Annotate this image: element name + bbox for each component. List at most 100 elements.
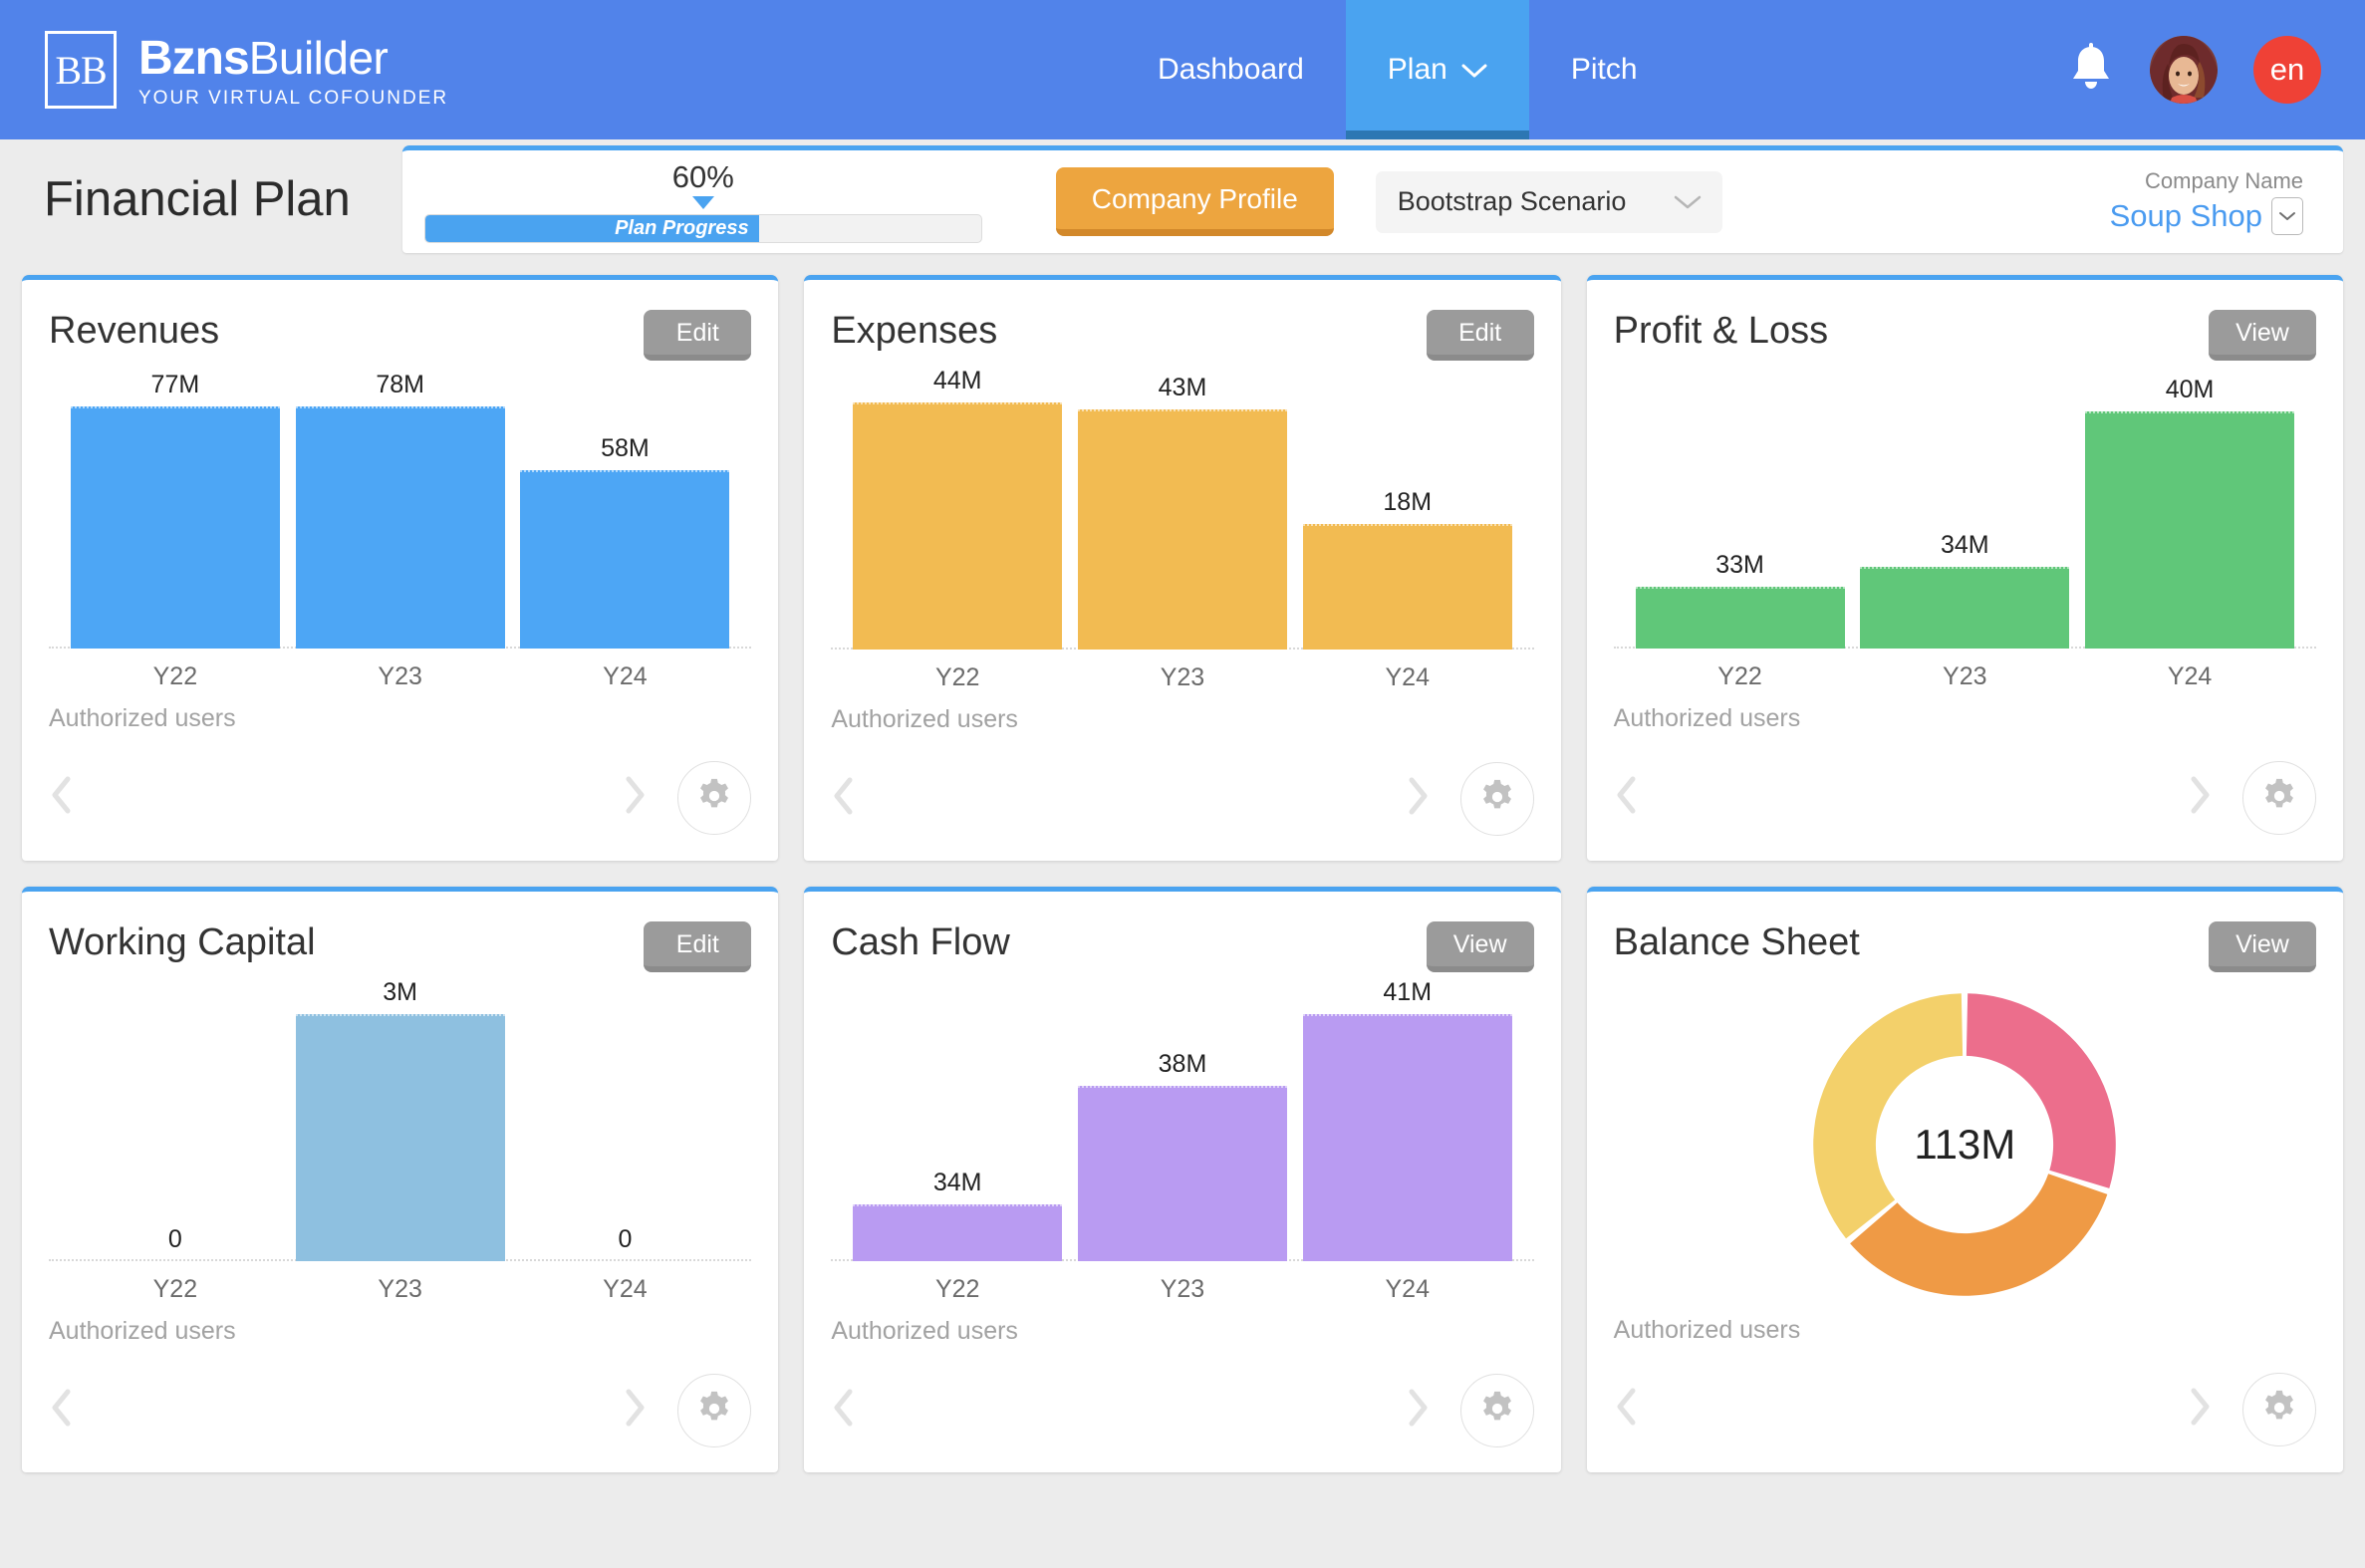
bell-icon [2068,42,2114,98]
chevron-right-icon[interactable] [622,1387,648,1436]
chevron-left-icon[interactable] [831,1387,857,1436]
settings-button-expenses[interactable] [1459,762,1534,836]
bar-value-label: 58M [601,434,650,463]
bar-value-label: 34M [932,1168,982,1196]
chevron-left-icon[interactable] [831,775,857,824]
chart-cash-flow: 34M Y22 38M Y23 41M Y24 [831,978,1534,1317]
settings-button-revenues[interactable] [677,761,752,835]
bar-category-label: Y24 [2167,661,2213,690]
chevron-left-icon[interactable] [49,1387,75,1436]
bar-category-label: Y24 [1385,1274,1430,1303]
chevron-down-icon [1461,53,1487,87]
nav-label-pitch: Pitch [1570,53,1638,86]
plan-progress-fill: Plan Progress [424,214,759,242]
company-name-value[interactable]: Soup Shop [2110,198,2262,234]
authorized-users-label-revenues: Authorized users [49,704,236,732]
card-title-revenues: Revenues [49,310,220,352]
company-profile-button[interactable]: Company Profile [1055,167,1334,236]
nav-label-plan: Plan [1387,53,1447,86]
nav-item-dashboard[interactable]: Dashboard [1116,0,1346,139]
bar-category-label: Y23 [378,661,422,690]
card-title-expenses: Expenses [831,310,998,352]
bar-value-label: 33M [1715,551,1764,579]
bar-column: 44M Y22 [853,367,1063,705]
bar-value-label: 77M [150,370,200,398]
chevron-down-icon [1673,189,1703,215]
nav-item-pitch[interactable]: Pitch [1529,0,1680,139]
plan-progress-track[interactable]: Plan Progress [423,213,982,243]
settings-button-profit-loss[interactable] [2241,761,2316,835]
card-balance-sheet: Balance Sheet View 113M Authorized users [1586,887,2343,1472]
bar [70,405,280,649]
card-title-cash-flow: Cash Flow [831,921,1010,963]
chart-working-capital: 0 Y22 3M Y23 0 Y24 [49,978,752,1317]
bar-category-label: Y24 [1385,662,1430,691]
logo-mark-icon: BB [45,31,117,109]
donut-center-value: 113M [1914,1120,2016,1168]
bar-category-label: Y24 [603,661,648,690]
bar [1302,523,1512,650]
authorized-users-label-working-capital: Authorized users [49,1317,236,1345]
scenario-dropdown[interactable]: Bootstrap Scenario [1375,170,1722,233]
chevron-right-icon[interactable] [2187,774,2213,823]
chevron-right-icon[interactable] [622,774,648,823]
donut-slice[interactable] [1813,992,1964,1238]
bar-category-label: Y23 [1160,662,1205,691]
company-name-label: Company Name [2145,168,2303,193]
settings-button-cash-flow[interactable] [1459,1374,1534,1447]
view-button-profit-loss[interactable]: View [2208,310,2316,361]
settings-button-working-capital[interactable] [677,1374,752,1447]
bar [853,402,1063,650]
bar-value-label: 41M [1383,978,1433,1006]
scenario-selected-value: Bootstrap Scenario [1397,186,1627,216]
chart-balance-sheet: 113M [1614,972,2316,1316]
plan-progress-label: Plan Progress [615,216,749,239]
toolbar: Financial Plan 60% Plan Progress Company… [0,139,2365,259]
bar-category-label: Y22 [152,661,198,690]
chevron-right-icon[interactable] [1405,1387,1431,1436]
gear-icon [695,1390,733,1433]
bar-value-label: 40M [2165,375,2215,403]
bar-category-label: Y23 [378,1274,422,1303]
notifications-button[interactable] [2068,42,2114,98]
bar-column: 33M Y22 [1635,367,1845,704]
bar-value-label: 43M [1158,374,1207,402]
brand-logo[interactable]: BB Bzns Builder YOUR VIRTUAL COFOUNDER [0,0,448,139]
bar-column: 43M Y23 [1077,367,1287,705]
chevron-left-icon[interactable] [1614,774,1640,823]
view-button-cash-flow[interactable]: View [1426,921,1534,972]
card-working-capital: Working Capital Edit 0 Y22 3M Y23 0 Y24 Autho… [22,887,779,1472]
plan-progress: 60% Plan Progress [423,161,982,243]
nav-item-plan[interactable]: Plan [1345,0,1529,139]
edit-button-expenses[interactable]: Edit [1426,310,1534,361]
logo-wordmark: Bzns Builder YOUR VIRTUAL COFOUNDER [138,31,448,110]
chevron-left-icon[interactable] [49,774,75,823]
chevron-right-icon[interactable] [1405,775,1431,824]
language-switcher[interactable]: en [2253,36,2321,104]
bar [853,1203,1063,1261]
card-title-balance-sheet: Balance Sheet [1613,921,1860,963]
chevron-left-icon[interactable] [1614,1386,1640,1435]
bar-category-label: Y22 [152,1274,198,1303]
bar-category-label: Y22 [1717,661,1762,690]
bar [1860,567,2070,649]
company-selector: Company Name Soup Shop [2110,168,2303,235]
bar-value-label: 78M [376,370,424,398]
edit-button-revenues[interactable]: Edit [644,310,752,361]
user-avatar[interactable] [2150,36,2218,104]
view-button-balance-sheet[interactable]: View [2208,921,2316,972]
settings-button-balance-sheet[interactable] [2241,1373,2316,1446]
chevron-right-icon[interactable] [2187,1386,2213,1435]
company-dropdown-button[interactable] [2271,197,2303,235]
edit-button-working-capital[interactable]: Edit [644,921,752,972]
card-revenues: Revenues Edit 77M Y22 78M Y23 58M Y24 Authori… [22,275,779,861]
bar [520,470,730,649]
bar-column: 58M Y24 [520,367,730,704]
bar-value-label: 0 [167,1225,182,1253]
bar-column: 18M Y24 [1302,367,1512,705]
bar-category-label: Y23 [1160,1274,1205,1303]
bar [295,1014,505,1261]
chart-expenses: 44M Y22 43M Y23 18M Y24 [831,367,1534,705]
bar-value-label: 44M [932,367,982,394]
bar-column: 0 Y22 [71,978,280,1317]
